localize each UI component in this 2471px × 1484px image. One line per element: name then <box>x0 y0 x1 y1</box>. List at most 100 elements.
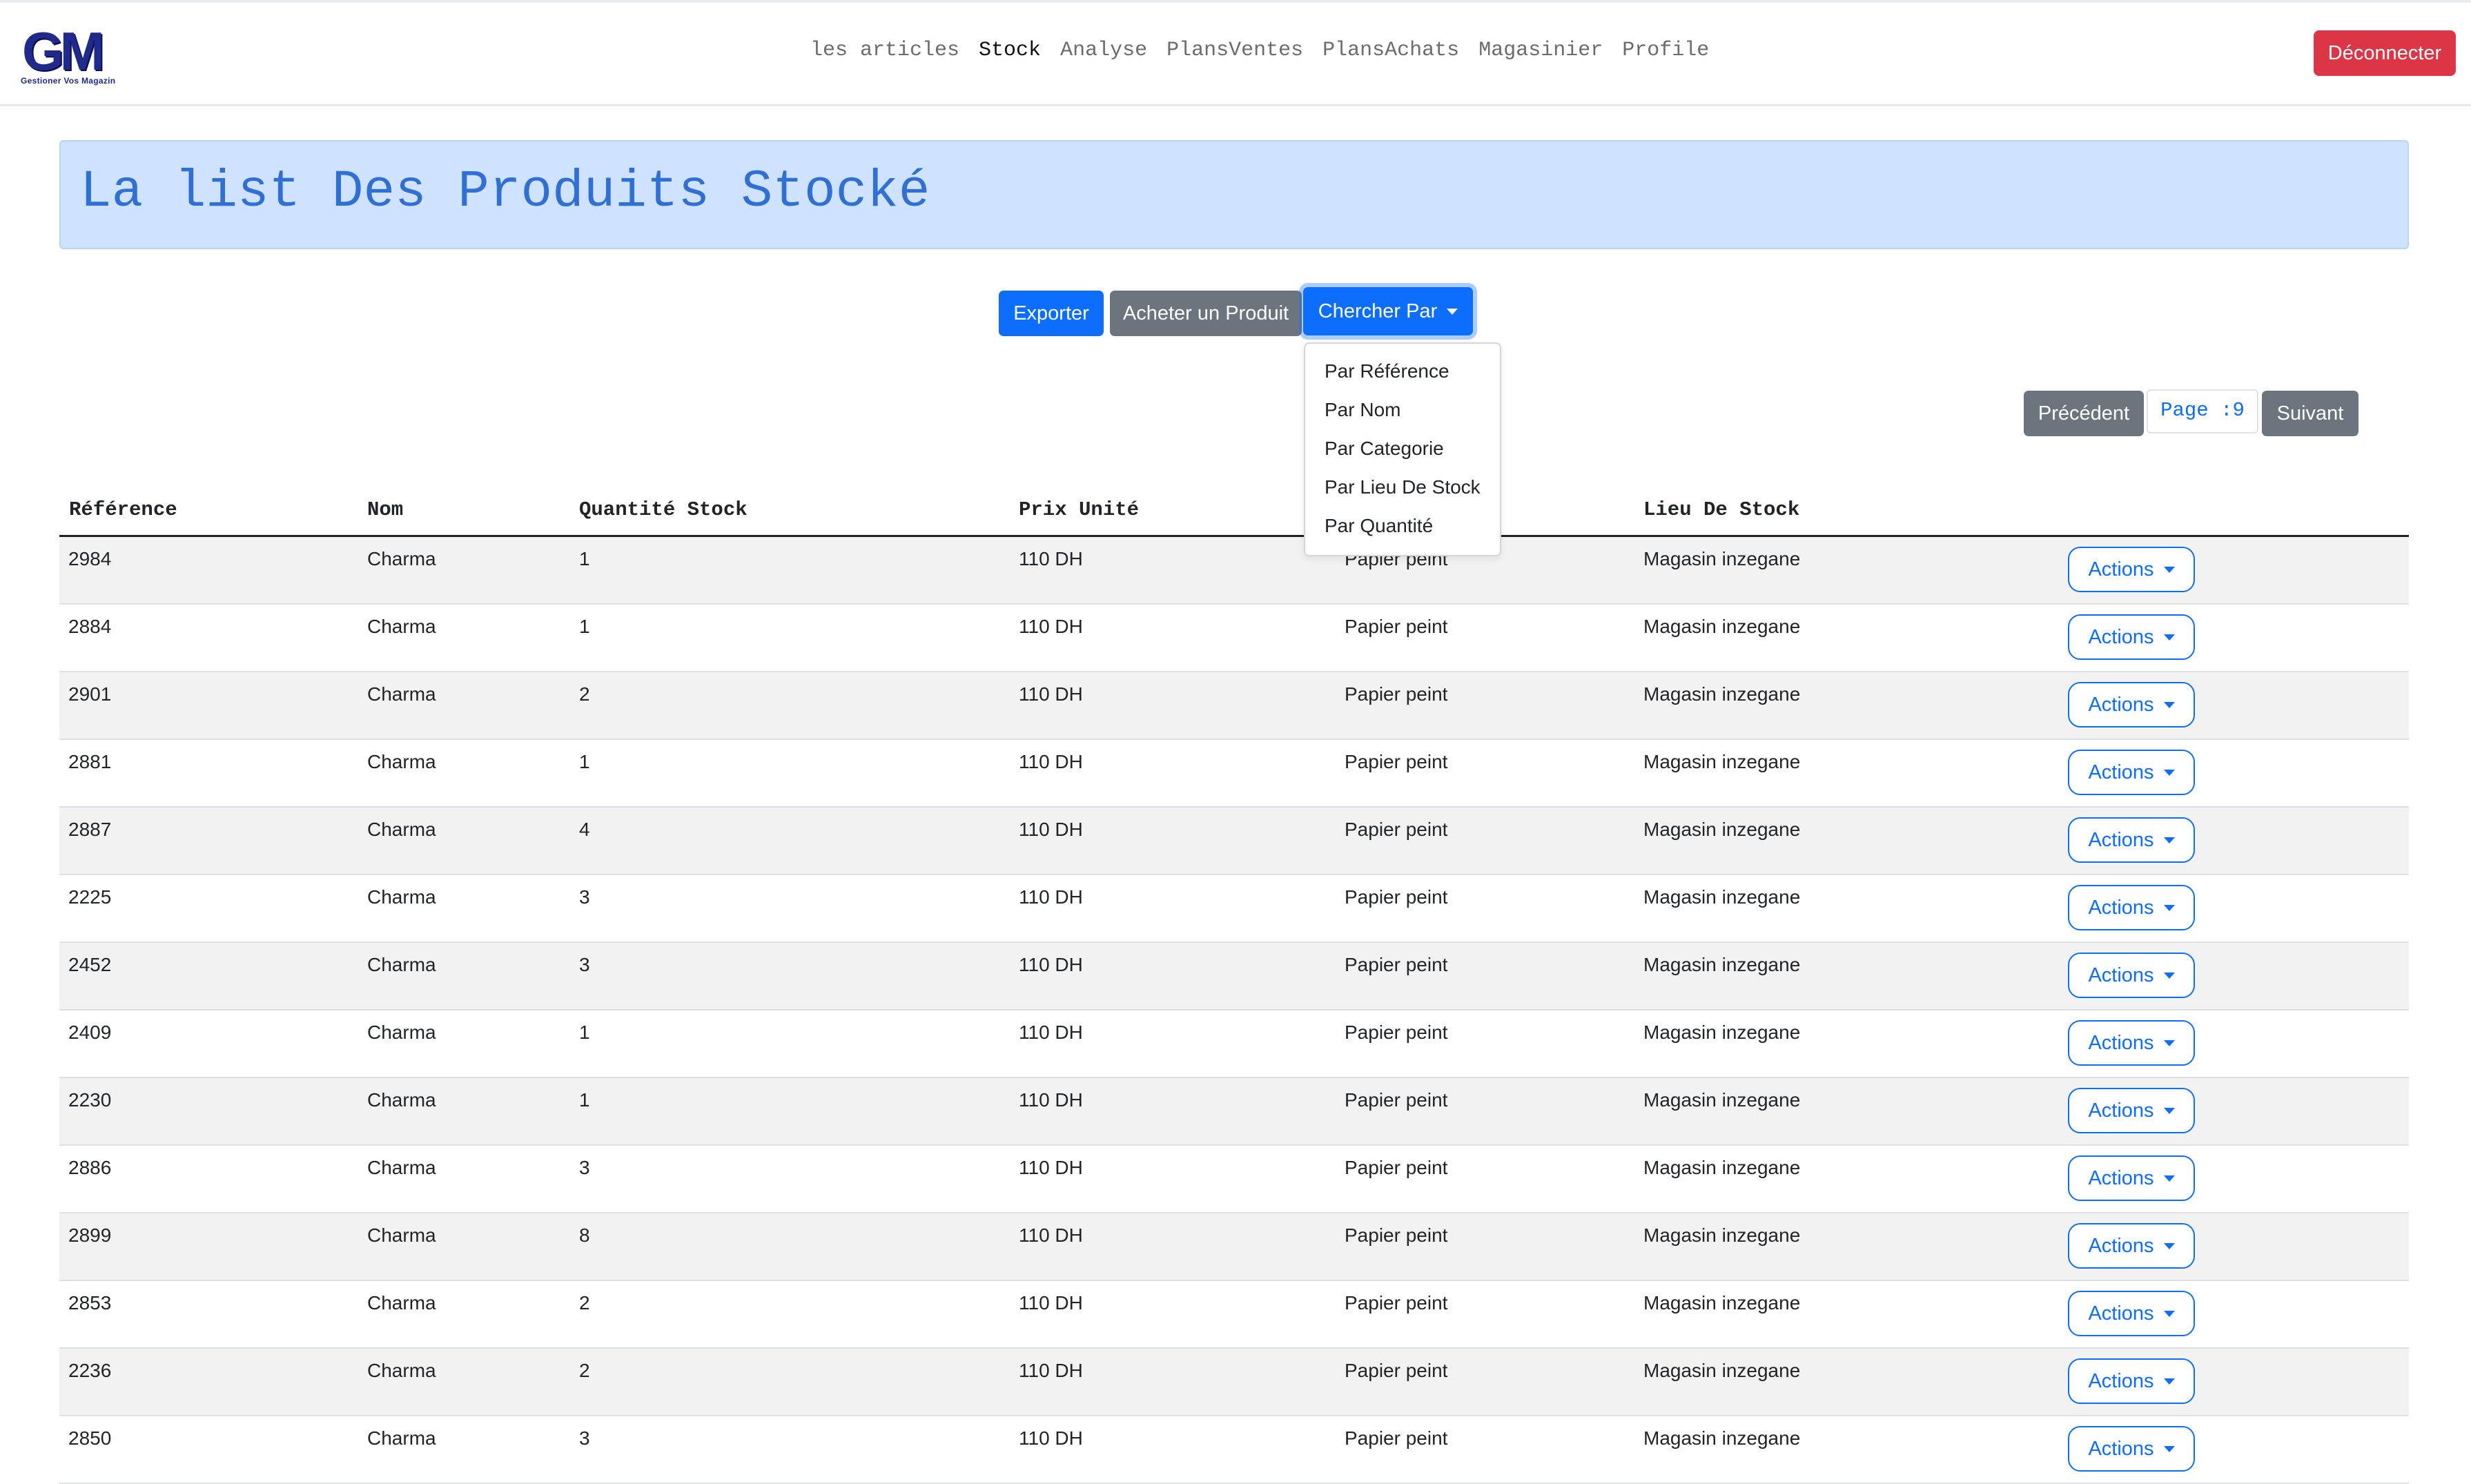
actions-dropdown-button[interactable]: Actions <box>2068 614 2195 660</box>
cell-nom: Charma <box>367 1022 436 1043</box>
cell-lieu: Magasin inzegane <box>1643 1157 1801 1178</box>
cell-lieu: Magasin inzegane <box>1643 886 1801 908</box>
actions-dropdown-button[interactable]: Actions <box>2068 1358 2195 1404</box>
header-lieu: Lieu De Stock <box>1643 498 1800 521</box>
actions-label: Actions <box>2088 625 2154 648</box>
actions-label: Actions <box>2088 1302 2154 1325</box>
nav-link-plansventes[interactable]: PlansVentes <box>1166 39 1303 62</box>
actions-dropdown-button[interactable]: Actions <box>2068 750 2195 795</box>
cell-prix: 110 DH <box>1019 1224 1083 1246</box>
table-body: 2984 Charma 1 110 DH Papier peint Magasin inz… <box>59 537 2409 1484</box>
cell-prix: 110 DH <box>1019 1157 1083 1178</box>
search-by-option[interactable]: Par Nom <box>1305 396 1500 435</box>
cell-quantite: 3 <box>579 954 590 975</box>
table-row: 2452 Charma 3 110 DH Papier peint Magasin inz… <box>59 943 2409 1011</box>
actions-dropdown-button[interactable]: Actions <box>2068 817 2195 863</box>
table-row: 2850 Charma 3 110 DH Papier peint Magasin inz… <box>59 1416 2409 1484</box>
buy-product-button[interactable]: Acheter un Produit <box>1110 291 1302 336</box>
cell-reference: 2886 <box>68 1157 112 1178</box>
actions-label: Actions <box>2088 828 2154 851</box>
cell-reference: 2881 <box>68 751 112 772</box>
cell-categorie: Papier peint <box>1345 954 1448 975</box>
export-button[interactable]: Exporter <box>999 291 1104 336</box>
cell-categorie: Papier peint <box>1345 1427 1448 1449</box>
cell-prix: 110 DH <box>1019 1089 1083 1111</box>
cell-lieu: Magasin inzegane <box>1643 616 1801 637</box>
logout-button[interactable]: Déconnecter <box>2314 30 2456 76</box>
cell-reference: 2899 <box>68 1224 112 1246</box>
actions-dropdown-button[interactable]: Actions <box>2068 682 2195 728</box>
cell-reference: 2409 <box>68 1022 112 1043</box>
page-title-banner: La list Des Produits Stocké <box>59 140 2409 249</box>
table-row: 2409 Charma 1 110 DH Papier peint Magasin inz… <box>59 1011 2409 1078</box>
cell-nom: Charma <box>367 886 436 908</box>
cell-quantite: 2 <box>579 1292 590 1314</box>
table-row: 2230 Charma 1 110 DH Papier peint Magasin inz… <box>59 1078 2409 1146</box>
search-by-option[interactable]: Par Lieu De Stock <box>1305 473 1500 512</box>
actions-dropdown-button[interactable]: Actions <box>2068 1223 2195 1269</box>
cell-categorie: Papier peint <box>1345 1089 1448 1111</box>
caret-down-icon <box>2163 1311 2175 1318</box>
search-by-option[interactable]: Par Référence <box>1305 358 1500 396</box>
actions-dropdown-button[interactable]: Actions <box>2068 547 2195 592</box>
logo[interactable]: GM Gestioner Vos Magazin <box>19 22 130 88</box>
search-by-option[interactable]: Par Categorie <box>1305 435 1500 473</box>
caret-down-icon <box>2163 905 2175 912</box>
caret-down-icon <box>2163 702 2175 709</box>
nav-link-profile[interactable]: Profile <box>1622 39 1709 62</box>
actions-dropdown-button[interactable]: Actions <box>2068 1088 2195 1133</box>
search-by-dropdown-button[interactable]: Chercher Par <box>1303 287 1473 335</box>
actions-dropdown-button[interactable]: Actions <box>2068 1291 2195 1336</box>
actions-dropdown-button[interactable]: Actions <box>2068 885 2195 930</box>
header-prix: Prix Unité <box>1019 498 1140 521</box>
cell-prix: 110 DH <box>1019 954 1083 975</box>
table-row: 2236 Charma 2 110 DH Papier peint Magasin inz… <box>59 1349 2409 1416</box>
cell-nom: Charma <box>367 1224 436 1246</box>
caret-down-icon <box>2163 1175 2175 1182</box>
cell-quantite: 2 <box>579 1360 590 1381</box>
cell-nom: Charma <box>367 1427 436 1449</box>
cell-categorie: Papier peint <box>1345 1022 1448 1043</box>
cell-prix: 110 DH <box>1019 1427 1083 1449</box>
nav-link-magasinier[interactable]: Magasinier <box>1478 39 1603 62</box>
search-by-option[interactable]: Par Quantité <box>1305 512 1500 551</box>
actions-dropdown-button[interactable]: Actions <box>2068 1020 2195 1066</box>
cell-reference: 2884 <box>68 616 112 637</box>
next-page-button[interactable]: Suivant <box>2262 391 2358 436</box>
nav-link-plansachats[interactable]: PlansAchats <box>1322 39 1459 62</box>
cell-categorie: Papier peint <box>1345 683 1448 705</box>
previous-page-button[interactable]: Précédent <box>2024 391 2144 436</box>
cell-lieu: Magasin inzegane <box>1643 819 1801 840</box>
cell-reference: 2853 <box>68 1292 112 1314</box>
cell-prix: 110 DH <box>1019 548 1083 569</box>
caret-down-icon <box>2163 634 2175 641</box>
nav-link-stock[interactable]: Stock <box>979 39 1041 62</box>
cell-quantite: 3 <box>579 1427 590 1449</box>
actions-dropdown-button[interactable]: Actions <box>2068 1426 2195 1472</box>
actions-dropdown-button[interactable]: Actions <box>2068 953 2195 998</box>
cell-quantite: 1 <box>579 548 590 569</box>
cell-reference: 2984 <box>68 548 112 569</box>
actions-label: Actions <box>2088 1437 2154 1460</box>
cell-prix: 110 DH <box>1019 1360 1083 1381</box>
cell-reference: 2887 <box>68 819 112 840</box>
table-row: 2984 Charma 1 110 DH Papier peint Magasin inz… <box>59 537 2409 605</box>
cell-quantite: 1 <box>579 1022 590 1043</box>
actions-dropdown-button[interactable]: Actions <box>2068 1155 2195 1201</box>
cell-lieu: Magasin inzegane <box>1643 1360 1801 1381</box>
table-row: 2901 Charma 2 110 DH Papier peint Magasin inz… <box>59 672 2409 740</box>
actions-label: Actions <box>2088 896 2154 919</box>
cell-quantite: 1 <box>579 1089 590 1111</box>
table-row: 2887 Charma 4 110 DH Papier peint Magasin inz… <box>59 808 2409 875</box>
cell-lieu: Magasin inzegane <box>1643 1022 1801 1043</box>
nav-link-analyse[interactable]: Analyse <box>1060 39 1147 62</box>
table-row: 2853 Charma 2 110 DH Papier peint Magasin inz… <box>59 1281 2409 1349</box>
cell-nom: Charma <box>367 616 436 637</box>
caret-down-icon <box>2163 1040 2175 1047</box>
nav-link-les-articles[interactable]: les articles <box>810 39 959 62</box>
cell-lieu: Magasin inzegane <box>1643 954 1801 975</box>
caret-down-icon <box>2163 1243 2175 1250</box>
cell-quantite: 2 <box>579 683 590 705</box>
actions-label: Actions <box>2088 1234 2154 1257</box>
table-row: 2881 Charma 1 110 DH Papier peint Magasin inz… <box>59 740 2409 808</box>
